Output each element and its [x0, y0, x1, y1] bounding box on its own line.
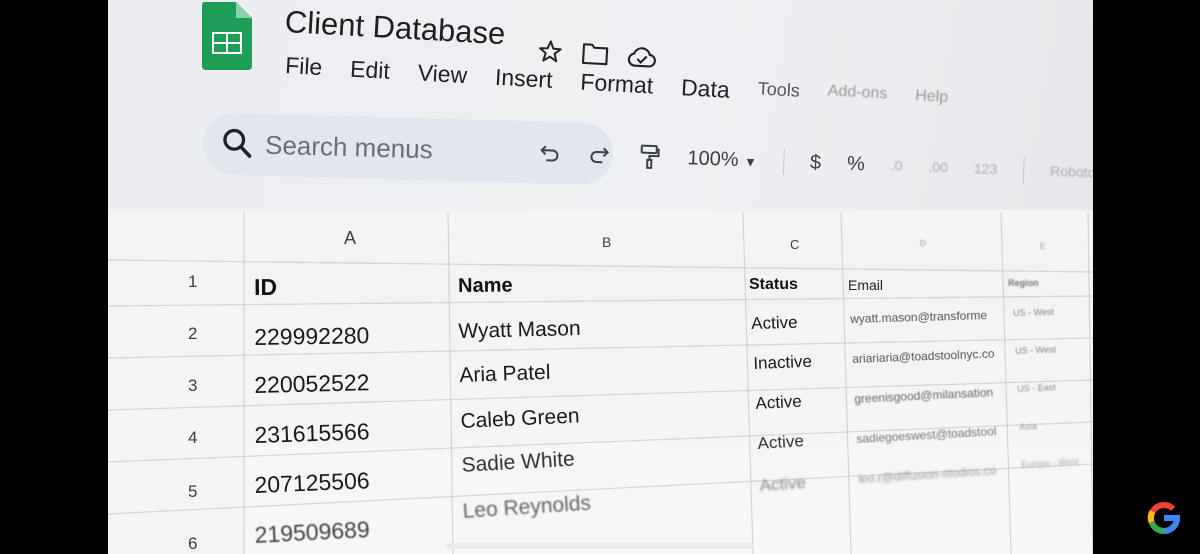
spreadsheet-grid[interactable]: A B C D E 1 ID Name Status Email Region … — [108, 212, 1093, 554]
folder-icon[interactable] — [580, 40, 609, 68]
table-row-id[interactable]: 207125506 — [254, 467, 370, 499]
zoom-select[interactable]: 100% ▼ — [687, 147, 757, 172]
format-percent-button[interactable]: % — [847, 152, 866, 176]
search-input[interactable]: Search menus — [265, 130, 433, 166]
column-header-d[interactable]: D — [920, 239, 926, 248]
menu-insert[interactable]: Insert — [494, 64, 553, 94]
header-cell-region[interactable]: Region — [1008, 278, 1039, 288]
title-icons — [537, 38, 658, 71]
zoom-value: 100% — [687, 146, 739, 171]
table-row-status[interactable]: Inactive — [753, 352, 812, 374]
document-title[interactable]: Client Database — [284, 4, 506, 52]
decrease-decimal-icon[interactable]: .0 — [891, 157, 903, 173]
undo-icon[interactable] — [537, 141, 562, 166]
format-currency-button[interactable]: $ — [810, 151, 822, 174]
table-row-region[interactable]: US - East — [1017, 382, 1056, 394]
column-header-band — [108, 212, 1093, 260]
table-row-id[interactable]: 231615566 — [254, 418, 370, 449]
column-header-c[interactable]: C — [790, 237, 799, 252]
star-icon[interactable] — [537, 38, 564, 65]
table-row-region[interactable]: US - West — [1015, 344, 1056, 356]
table-row-status[interactable]: Active — [755, 392, 802, 414]
header-cell-status[interactable]: Status — [749, 276, 798, 294]
font-select[interactable]: Roboto — [1050, 163, 1093, 181]
menu-file[interactable]: File — [284, 52, 323, 81]
increase-decimal-icon[interactable]: .00 — [928, 159, 948, 176]
header-cell-name[interactable]: Name — [458, 275, 513, 298]
menu-tools[interactable]: Tools — [757, 78, 800, 107]
column-header-b[interactable]: B — [602, 234, 611, 250]
table-row-name[interactable]: Aria Patel — [459, 361, 551, 388]
column-header-e[interactable]: E — [1040, 242, 1045, 251]
cloud-saved-icon[interactable] — [626, 43, 657, 71]
menu-help[interactable]: Help — [914, 87, 949, 116]
table-row-region[interactable]: US - West — [1013, 307, 1054, 318]
menu-edit[interactable]: Edit — [349, 56, 391, 85]
toolbar-divider — [782, 148, 785, 175]
menu-addons[interactable]: Add-ons — [827, 82, 887, 112]
app-header: Client Database File Edit View Insert Fo… — [108, 0, 1093, 210]
home-indicator — [446, 543, 754, 549]
table-row-status[interactable]: Active — [751, 313, 798, 334]
row-header-1[interactable]: 1 — [188, 272, 197, 292]
table-row-status[interactable]: Active — [759, 473, 807, 496]
table-row-id[interactable]: 220052522 — [254, 369, 370, 399]
header-cell-email[interactable]: Email — [848, 277, 883, 293]
table-row-id[interactable]: 229992280 — [254, 322, 370, 351]
chevron-down-icon: ▼ — [743, 153, 758, 170]
screen: Client Database File Edit View Insert Fo… — [108, 0, 1093, 554]
menu-data[interactable]: Data — [680, 74, 730, 104]
toolbar-divider — [1022, 156, 1025, 183]
row-header-5[interactable]: 5 — [188, 482, 197, 502]
row-header-4[interactable]: 4 — [188, 428, 197, 448]
table-row-name[interactable]: Wyatt Mason — [458, 317, 581, 344]
header-cell-id[interactable]: ID — [254, 274, 277, 301]
column-header-a[interactable]: A — [344, 228, 356, 249]
menu-format[interactable]: Format — [580, 69, 654, 100]
search-icon — [223, 128, 252, 158]
redo-icon[interactable] — [587, 143, 612, 168]
row-header-3[interactable]: 3 — [188, 376, 197, 396]
row-header-2[interactable]: 2 — [188, 324, 197, 344]
sheets-logo-icon — [202, 2, 252, 70]
google-logo-icon — [1147, 502, 1181, 535]
row-header-band — [108, 212, 244, 554]
table-row-status[interactable]: Active — [757, 431, 804, 454]
menu-view[interactable]: View — [417, 59, 468, 89]
paint-format-icon[interactable] — [637, 143, 662, 170]
table-row-region[interactable]: Asia — [1019, 421, 1037, 432]
toolbar: 100% ▼ $ % .0 .00 123 Roboto ▼ — [537, 140, 1093, 187]
more-formats-icon[interactable]: 123 — [974, 160, 998, 177]
row-header-6[interactable]: 6 — [188, 534, 197, 554]
